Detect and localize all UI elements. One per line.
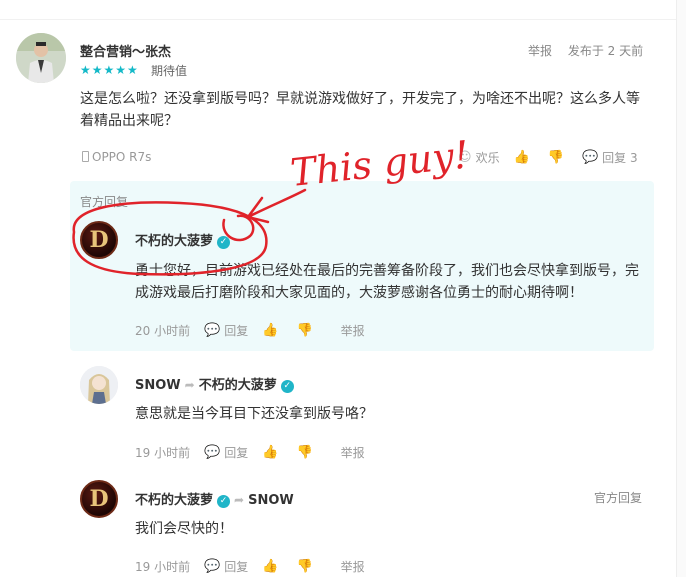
highlight-ellipse [72, 201, 268, 276]
pointer-arrow [246, 188, 307, 224]
small-circle [222, 214, 255, 242]
annotation-overlay: This guy! [72, 132, 471, 276]
annotation-text: This guy! [288, 132, 471, 194]
